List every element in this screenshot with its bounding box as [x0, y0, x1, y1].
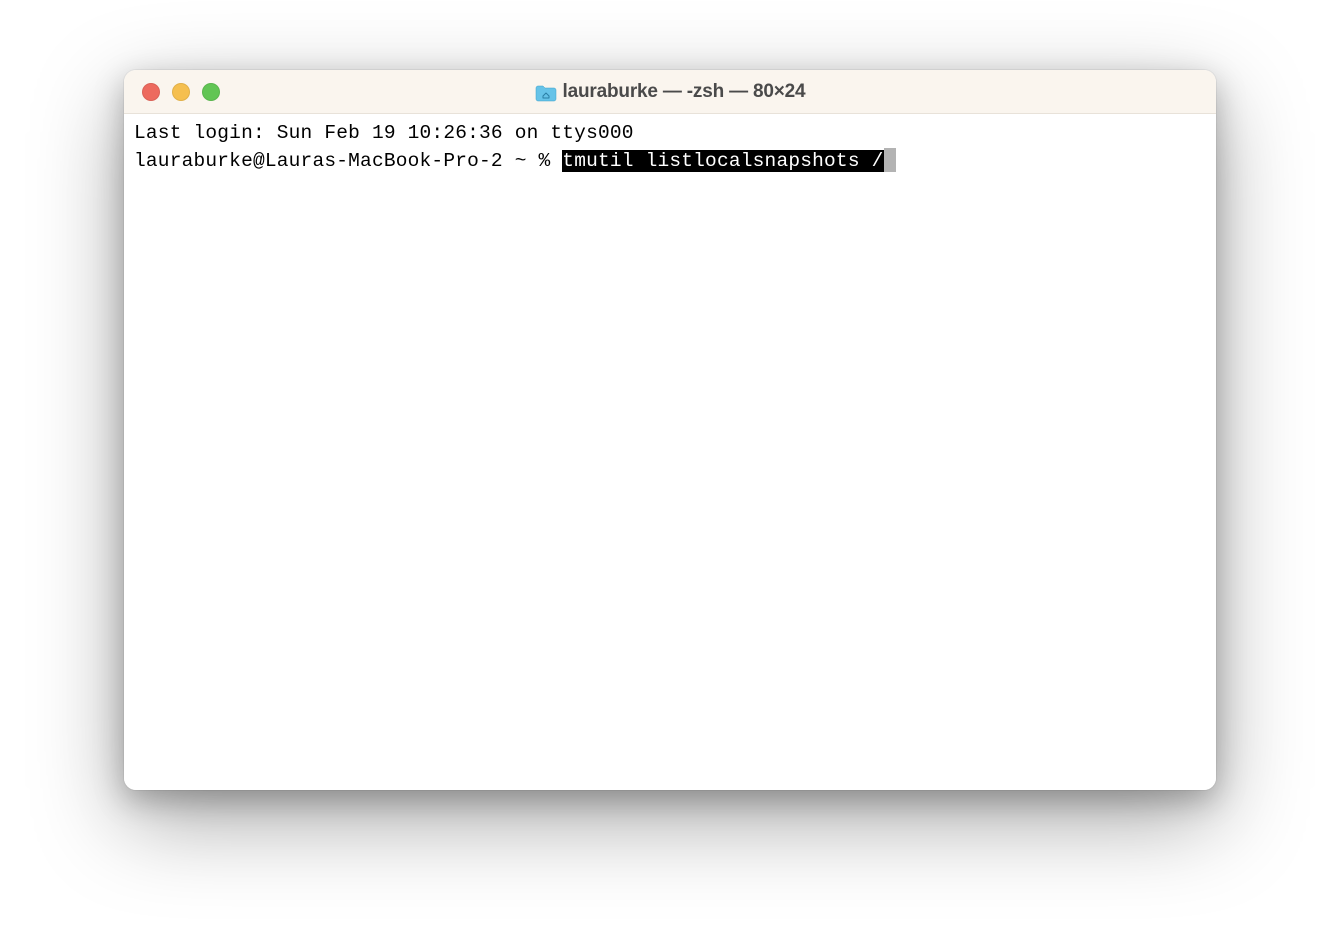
- shell-prompt: lauraburke@Lauras-MacBook-Pro-2 ~ %: [134, 150, 562, 172]
- home-folder-icon: [535, 84, 555, 100]
- last-login-line: Last login: Sun Feb 19 10:26:36 on ttys0…: [134, 120, 1206, 148]
- window-title: lauraburke — -zsh — 80×24: [563, 81, 806, 103]
- window-titlebar[interactable]: lauraburke — -zsh — 80×24: [124, 70, 1216, 114]
- cursor: [884, 148, 896, 172]
- command-input[interactable]: tmutil listlocalsnapshots /: [562, 150, 883, 172]
- minimize-button[interactable]: [172, 83, 190, 101]
- terminal-window: lauraburke — -zsh — 80×24 Last login: Su…: [124, 70, 1216, 790]
- title-wrap: lauraburke — -zsh — 80×24: [124, 81, 1216, 103]
- prompt-line: lauraburke@Lauras-MacBook-Pro-2 ~ % tmut…: [134, 148, 1206, 176]
- traffic-lights: [124, 83, 220, 101]
- maximize-button[interactable]: [202, 83, 220, 101]
- terminal-body[interactable]: Last login: Sun Feb 19 10:26:36 on ttys0…: [124, 114, 1216, 790]
- close-button[interactable]: [142, 83, 160, 101]
